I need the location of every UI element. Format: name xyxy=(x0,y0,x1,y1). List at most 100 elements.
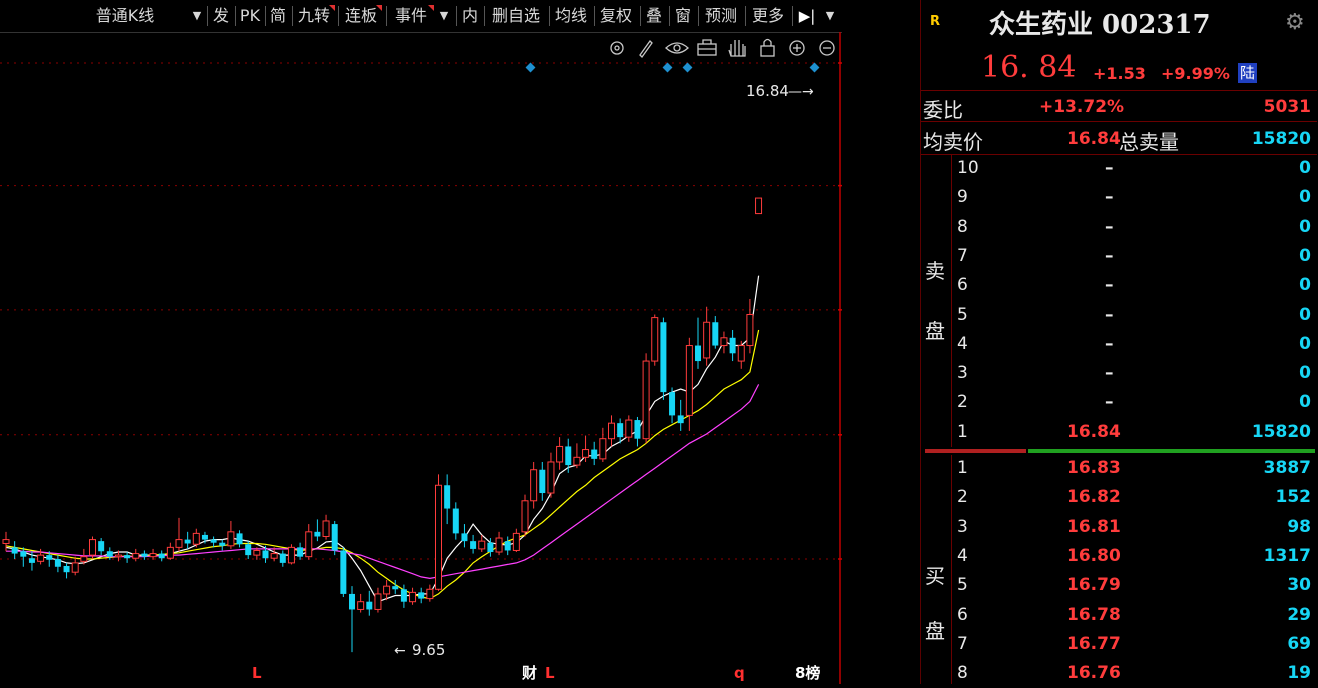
order-book-level[interactable]: 5 16.79 30 xyxy=(921,571,1317,600)
order-book-level[interactable]: 5 – 0 xyxy=(921,301,1317,330)
candle-body[interactable] xyxy=(426,588,434,600)
candle-body[interactable] xyxy=(547,461,555,494)
candle-body[interactable] xyxy=(418,592,425,599)
candle-body[interactable] xyxy=(400,589,407,602)
candle-body[interactable] xyxy=(366,601,373,610)
event-marker[interactable] xyxy=(809,62,820,73)
lock-icon[interactable] xyxy=(760,38,775,57)
candle-body[interactable] xyxy=(54,559,61,567)
gear-icon[interactable]: ⚙ xyxy=(1285,10,1305,35)
order-book-level[interactable]: 3 16.81 98 xyxy=(921,513,1317,542)
candle-body[interactable] xyxy=(245,544,252,556)
toolbar-btn-fa[interactable]: 发 xyxy=(210,4,232,28)
candle-body[interactable] xyxy=(487,542,494,553)
candle-body[interactable] xyxy=(149,553,157,558)
candle-body[interactable] xyxy=(89,539,96,556)
candle-body[interactable] xyxy=(322,520,330,537)
toolbar-btn-overlay[interactable]: 叠 xyxy=(642,4,666,28)
candle-body[interactable] xyxy=(409,591,417,603)
candle-body[interactable] xyxy=(63,565,70,573)
kline-type-select[interactable]: 普通K线 xyxy=(60,4,190,28)
toolbox-icon[interactable] xyxy=(697,39,717,56)
bottom-marker[interactable]: L xyxy=(252,664,262,682)
candle-body[interactable] xyxy=(642,360,650,440)
candle-body[interactable] xyxy=(2,539,10,544)
candle-body[interactable] xyxy=(331,524,338,551)
candle-body[interactable] xyxy=(28,558,35,563)
candle-body[interactable] xyxy=(703,321,711,359)
order-book-level[interactable]: 2 16.82 152 xyxy=(921,483,1317,512)
toolbar-btn-lianban[interactable]: 连板 xyxy=(341,4,382,28)
zoom-in-icon[interactable] xyxy=(789,40,805,56)
candle-body[interactable] xyxy=(452,508,459,534)
more-dropdown-icon[interactable]: ▼ xyxy=(822,4,838,28)
pen-icon[interactable] xyxy=(639,39,653,59)
candle-body[interactable] xyxy=(651,317,659,362)
candle-body[interactable] xyxy=(608,422,615,440)
candle-body[interactable] xyxy=(435,484,442,590)
candle-body[interactable] xyxy=(46,555,53,560)
candle-body[interactable] xyxy=(297,547,304,557)
candle-body[interactable] xyxy=(340,550,347,594)
candle-body[interactable] xyxy=(617,423,624,438)
candle-body[interactable] xyxy=(141,553,148,557)
candle-body[interactable] xyxy=(20,551,27,557)
kline-type-dropdown-icon[interactable]: ▼ xyxy=(188,4,206,28)
candle-body[interactable] xyxy=(287,546,295,564)
order-book-level[interactable]: 6 16.78 29 xyxy=(921,601,1317,630)
bottom-marker[interactable]: 8榜 xyxy=(795,664,820,682)
candle-body[interactable] xyxy=(539,469,546,494)
candle-body[interactable] xyxy=(184,539,191,544)
settings-icon[interactable] xyxy=(610,41,624,55)
order-book-level[interactable]: 1 16.83 3887 xyxy=(921,454,1317,483)
order-book-level[interactable]: 7 – 0 xyxy=(921,242,1317,271)
order-book-level[interactable]: 2 – 0 xyxy=(921,388,1317,417)
candle-body[interactable] xyxy=(720,337,728,347)
event-marker[interactable] xyxy=(662,62,673,73)
candle-body[interactable] xyxy=(158,553,165,559)
candle-body[interactable] xyxy=(444,485,451,509)
candle-body[interactable] xyxy=(504,541,511,551)
order-book-level[interactable]: 9 – 0 xyxy=(921,183,1317,212)
order-book-level[interactable]: 1 16.84 15820 xyxy=(921,418,1317,447)
lu-badge[interactable]: 陆 xyxy=(1238,63,1258,83)
bottom-marker[interactable]: q xyxy=(734,664,745,682)
candle-body[interactable] xyxy=(124,555,131,559)
candle-body[interactable] xyxy=(357,601,365,610)
candle-body[interactable] xyxy=(166,546,174,559)
candle-body[interactable] xyxy=(512,532,520,551)
candle-body[interactable] xyxy=(106,551,113,557)
candle-body[interactable] xyxy=(669,392,676,416)
toolbar-btn-del-watchlist[interactable]: 删自选 xyxy=(486,4,546,28)
candle-body[interactable] xyxy=(270,553,278,559)
order-book-level[interactable]: 3 – 0 xyxy=(921,359,1317,388)
candle-body[interactable] xyxy=(470,541,477,549)
candle-body[interactable] xyxy=(591,449,598,459)
candle-body[interactable] xyxy=(729,337,736,354)
candle-body[interactable] xyxy=(253,549,261,556)
order-book-level[interactable]: 8 – 0 xyxy=(921,213,1317,242)
shijian-dropdown-icon[interactable]: ▼ xyxy=(436,4,452,28)
candle-body[interactable] xyxy=(530,469,538,502)
candle-body[interactable] xyxy=(495,537,503,553)
candle-body[interactable] xyxy=(383,585,391,595)
candle-body[interactable] xyxy=(236,533,243,545)
candle-body[interactable] xyxy=(677,415,684,424)
order-book-level[interactable]: 4 16.80 1317 xyxy=(921,542,1317,571)
toolbar-btn-forecast[interactable]: 预测 xyxy=(700,4,742,28)
candle-body[interactable] xyxy=(746,313,754,347)
candle-body[interactable] xyxy=(478,540,486,550)
candle-body[interactable] xyxy=(98,541,105,552)
kline-chart[interactable]: 17.2415.6614.0612.4510.85 16.84 —→ ← 9.6… xyxy=(0,32,889,684)
candle-body[interactable] xyxy=(461,533,468,542)
candle-body[interactable] xyxy=(712,322,719,346)
candle-body[interactable] xyxy=(201,534,208,540)
toolbar-btn-shijian[interactable]: 事件 xyxy=(389,4,434,28)
order-book-level[interactable]: 6 – 0 xyxy=(921,271,1317,300)
toolbar-btn-pk[interactable]: PK xyxy=(237,4,263,28)
next-page-icon[interactable]: ▶| xyxy=(794,4,820,28)
candle-body[interactable] xyxy=(349,593,355,610)
candle-body[interactable] xyxy=(279,553,286,563)
candle-body[interactable] xyxy=(582,449,590,458)
toolbar-btn-more[interactable]: 更多 xyxy=(747,4,789,28)
